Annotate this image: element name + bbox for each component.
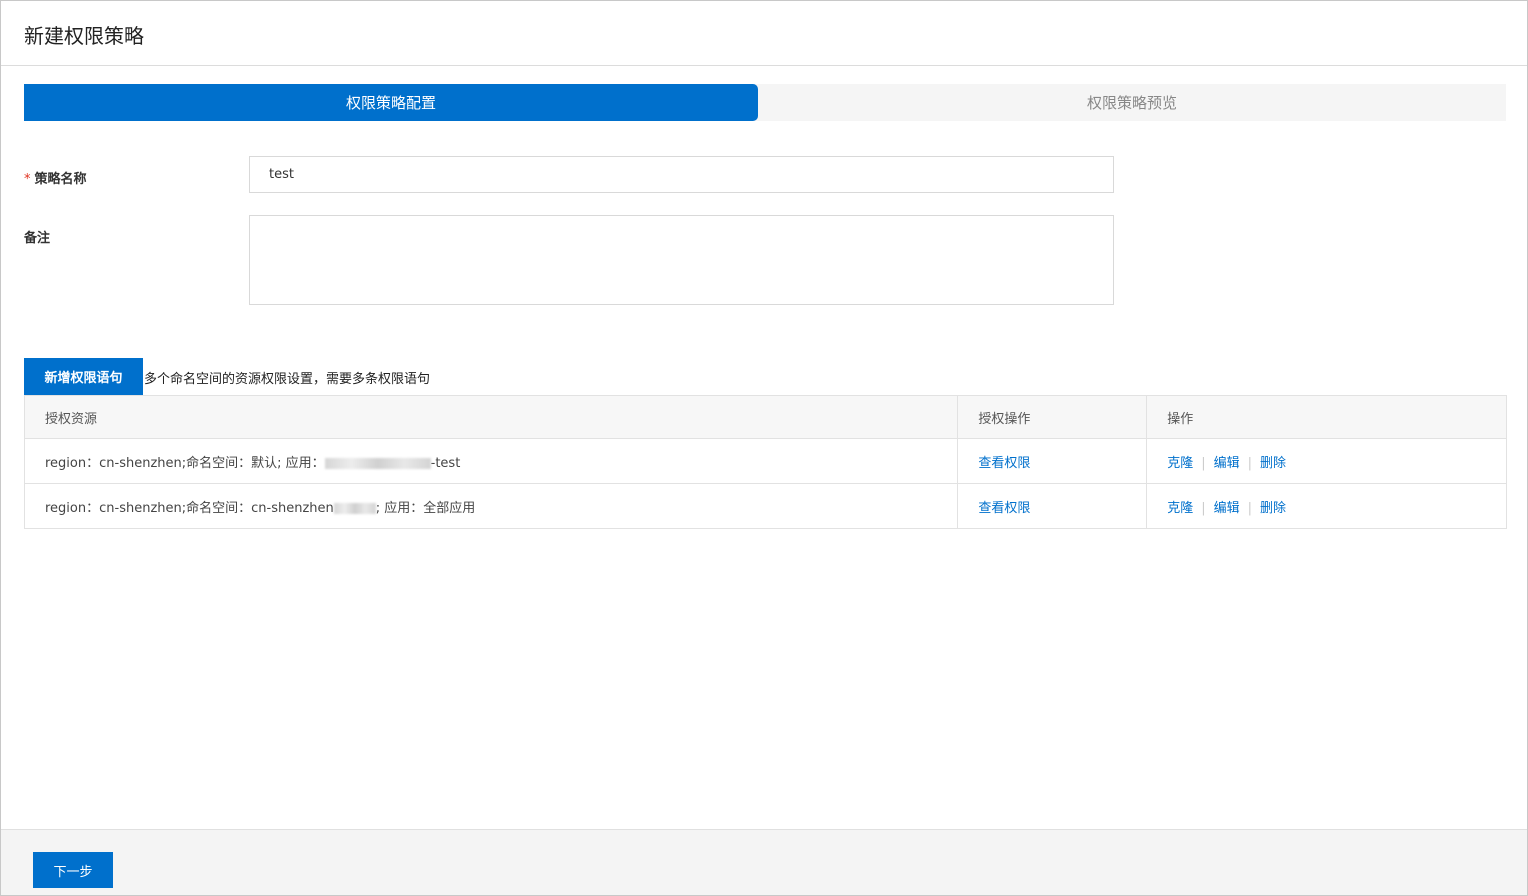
resource-cell: region：cn-shenzhen;命名空间：默认; 应用： -test xyxy=(23,438,959,484)
steps-bar: 权限策略配置 权限策略预览 xyxy=(24,84,1506,121)
column-header-operations: 操作 xyxy=(1146,395,1507,439)
remark-label: 备注 xyxy=(24,231,51,246)
table-row: region：cn-shenzhen;命名空间：默认; 应用： -test 查看权… xyxy=(23,438,1507,484)
policy-name-label-text: 策略名称 xyxy=(34,172,87,187)
separator: | xyxy=(1201,500,1206,516)
separator: | xyxy=(1247,455,1253,471)
required-mark: * xyxy=(24,172,31,187)
remark-textarea[interactable] xyxy=(249,215,1114,305)
resource-text-prefix: region：cn-shenzhen;命名空间：默认; 应用： xyxy=(45,455,325,471)
column-header-resource: 授权资源 xyxy=(23,395,959,439)
column-header-auth-action: 授权操作 xyxy=(957,395,1148,439)
page-title: 新建权限策略 xyxy=(24,24,144,48)
next-step-button[interactable]: 下一步 xyxy=(33,852,113,888)
edit-link[interactable]: 编辑 xyxy=(1214,456,1240,471)
separator: | xyxy=(1247,500,1253,516)
resource-cell: region：cn-shenzhen;命名空间：cn-shenzhen ; 应用：… xyxy=(23,483,959,529)
auth-action-cell: 查看权限 xyxy=(957,438,1148,484)
auth-action-cell: 查看权限 xyxy=(957,483,1148,529)
operations-cell: 克隆 | 编辑 | 删除 xyxy=(1146,483,1507,529)
redacted-namespace-name xyxy=(333,502,376,514)
view-permission-link[interactable]: 查看权限 xyxy=(978,501,1030,516)
policy-name-label: * 策略名称 xyxy=(24,168,87,187)
resource-text-prefix: region：cn-shenzhen;命名空间：cn-shenzhen xyxy=(45,500,334,516)
step-preview[interactable]: 权限策略预览 xyxy=(758,84,1506,121)
statements-table: 授权资源 授权操作 操作 region：cn-shenzhen;命名空间：默认;… xyxy=(23,395,1507,529)
policy-name-input[interactable] xyxy=(249,156,1114,193)
table-header-row: 授权资源 授权操作 操作 xyxy=(23,395,1507,439)
separator: | xyxy=(1201,455,1206,471)
step-config[interactable]: 权限策略配置 xyxy=(24,84,758,121)
header: 新建权限策略 xyxy=(1,1,1527,66)
clone-link[interactable]: 克隆 xyxy=(1167,501,1193,516)
delete-link[interactable]: 删除 xyxy=(1260,456,1286,471)
dialog-frame: 新建权限策略 权限策略配置 权限策略预览 *策略名称 备注 新增权限语句 多个命… xyxy=(0,0,1528,896)
footer-bar: 下一步 xyxy=(1,829,1527,895)
redacted-app-name xyxy=(324,457,431,469)
resource-text-suffix: -test xyxy=(430,455,461,471)
edit-link[interactable]: 编辑 xyxy=(1214,501,1240,516)
add-statement-button[interactable]: 新增权限语句 xyxy=(24,358,143,395)
table-row: region：cn-shenzhen;命名空间：cn-shenzhen ; 应用：… xyxy=(23,483,1507,529)
delete-link[interactable]: 删除 xyxy=(1260,501,1286,516)
clone-link[interactable]: 克隆 xyxy=(1167,456,1193,471)
resource-text-suffix: ; 应用：全部应用 xyxy=(375,500,476,516)
add-statement-hint: 多个命名空间的资源权限设置，需要多条权限语句 xyxy=(144,372,431,387)
view-permission-link[interactable]: 查看权限 xyxy=(978,456,1030,471)
operations-cell: 克隆 | 编辑 | 删除 xyxy=(1146,438,1507,484)
